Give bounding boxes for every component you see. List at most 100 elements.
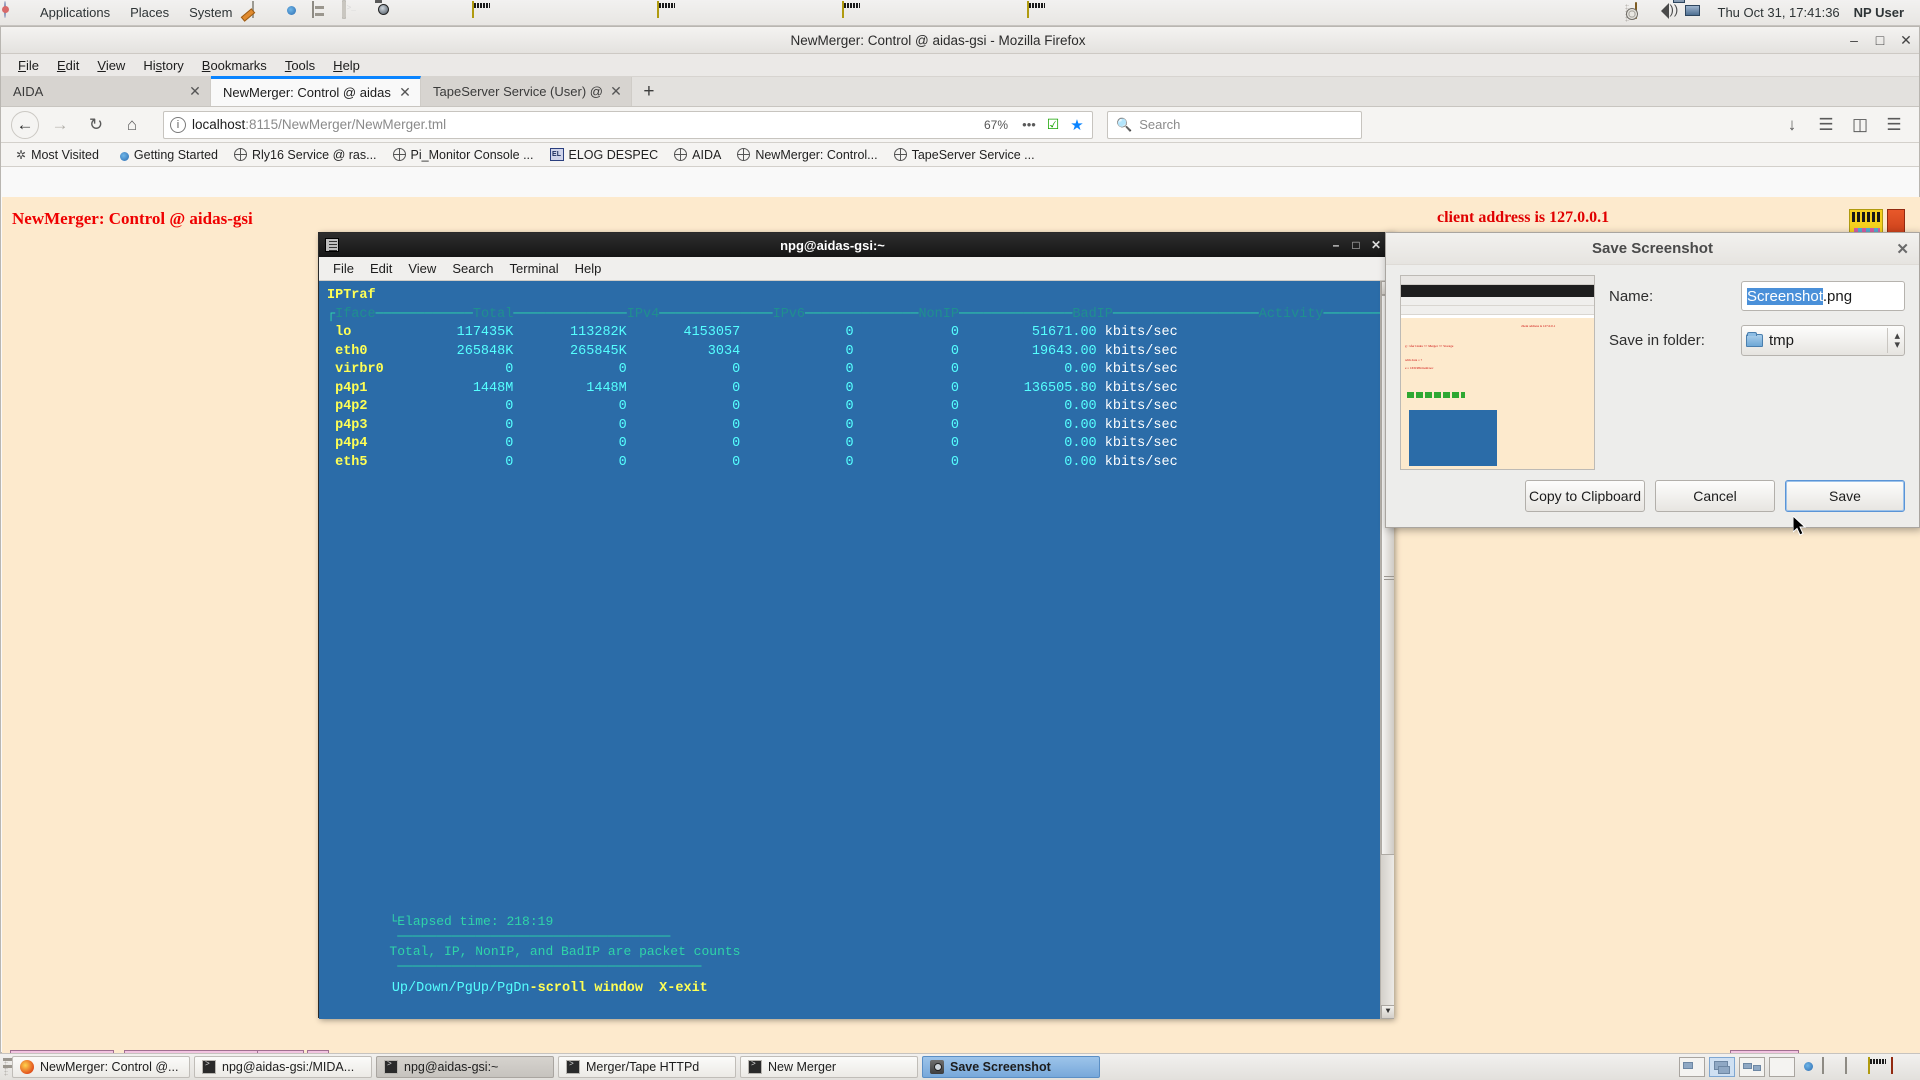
cancel-button[interactable]: Cancel xyxy=(1655,480,1775,512)
volume-icon[interactable] xyxy=(1660,3,1679,22)
url-bar[interactable]: i localhost:8115/NewMerger/NewMerger.tml… xyxy=(163,110,1093,139)
total-value: 0 xyxy=(432,362,514,377)
window-button-midas-3[interactable] xyxy=(842,0,864,24)
new-tab-button[interactable]: + xyxy=(632,77,666,106)
taskbar-item[interactable]: npg@aidas-gsi:~ xyxy=(376,1056,554,1078)
menu-tools[interactable]: Tools xyxy=(276,54,324,77)
download-icon[interactable]: ↓ xyxy=(1777,111,1807,139)
taskbar-item[interactable]: npg@aidas-gsi:/MIDA... xyxy=(194,1056,372,1078)
back-button[interactable]: ← xyxy=(11,110,39,139)
col-header-ipv6: IPv6 xyxy=(772,306,806,322)
terminal-menu-help[interactable]: Help xyxy=(567,257,610,281)
menu-bookmarks[interactable]: Bookmarks xyxy=(193,54,276,77)
terminal-close-button[interactable]: ✕ xyxy=(1366,238,1386,252)
badip-value: 0 xyxy=(853,417,959,433)
tab-newmerger-control[interactable]: NewMerger: Control @ aidas ✕ xyxy=(211,76,421,106)
midas-icon[interactable] xyxy=(1868,1056,1887,1077)
filename-input[interactable]: Screenshot .png xyxy=(1741,281,1905,311)
workspace-3[interactable] xyxy=(1739,1057,1765,1077)
firefox-icon[interactable] xyxy=(282,2,304,24)
close-icon[interactable]: ✕ xyxy=(609,83,623,100)
menu-view[interactable]: View xyxy=(88,54,134,77)
menu-help[interactable]: Help xyxy=(324,54,369,77)
terminal-icon[interactable] xyxy=(342,0,364,24)
sidebar-icon[interactable]: ◫ xyxy=(1845,111,1875,139)
menu-places[interactable]: Places xyxy=(120,0,179,26)
terminal-menu-file[interactable]: File xyxy=(325,257,362,281)
taskbar-item[interactable]: NewMerger: Control @... xyxy=(12,1056,190,1078)
minimize-button[interactable]: – xyxy=(1841,27,1867,53)
user-menu[interactable]: NP User xyxy=(1854,5,1910,20)
terminal-menu-search[interactable]: Search xyxy=(444,257,501,281)
url-text: localhost:8115/NewMerger/NewMerger.tml xyxy=(192,117,972,132)
shield-icon[interactable]: ☑ xyxy=(1044,116,1062,134)
bookmark-elog-despec[interactable]: EL ELOG DESPEC xyxy=(543,146,666,164)
close-button[interactable]: ✕ xyxy=(1893,27,1919,53)
workspace-1[interactable] xyxy=(1679,1057,1705,1077)
workspace-4[interactable] xyxy=(1769,1057,1795,1077)
nonip-value: 0 xyxy=(740,454,854,470)
close-icon[interactable]: ✕ xyxy=(188,83,202,100)
bookmark-pi-monitor-console[interactable]: Pi_Monitor Console ... xyxy=(386,146,541,164)
terminal-minimize-button[interactable]: – xyxy=(1326,238,1346,252)
bookmark-newmerger-control[interactable]: NewMerger: Control... xyxy=(730,146,884,164)
server-icon[interactable] xyxy=(312,0,334,24)
bookmark-aida[interactable]: AIDA xyxy=(667,146,728,164)
bookmark-tapeserver-service[interactable]: TapeServer Service ... xyxy=(887,146,1042,164)
window-button-midas-1[interactable] xyxy=(472,0,494,24)
close-icon[interactable]: ✕ xyxy=(398,84,412,101)
bookmark-rly16-service[interactable]: Rly16 Service @ ras... xyxy=(227,146,384,164)
window-button-midas-2[interactable] xyxy=(657,0,679,24)
chevron-updown-icon[interactable]: ▴ ▾ xyxy=(1887,328,1900,353)
camera-icon[interactable] xyxy=(372,2,394,24)
menu-icon[interactable]: ☰ xyxy=(1879,111,1909,139)
search-bar[interactable]: 🔍 Search xyxy=(1107,110,1362,139)
bookmark-most-visited[interactable]: ✲ Most Visited xyxy=(9,146,106,164)
forward-button[interactable]: → xyxy=(45,111,75,139)
close-icon[interactable]: ✕ xyxy=(1896,240,1909,258)
reload-button[interactable]: ↻ xyxy=(81,111,111,139)
taskbar-item[interactable]: New Merger xyxy=(740,1056,918,1078)
save-button[interactable]: Save xyxy=(1785,480,1905,512)
terminal-maximize-button[interactable]: □ xyxy=(1346,238,1366,252)
home-button[interactable]: ⌂ xyxy=(117,111,147,139)
dialog-titlebar: Save Screenshot ✕ xyxy=(1386,233,1919,265)
url-host: localhost xyxy=(192,117,246,132)
window-icon[interactable] xyxy=(1845,1056,1864,1077)
package-update-icon[interactable] xyxy=(1634,2,1654,22)
network-icon[interactable] xyxy=(1685,3,1704,22)
maximize-button[interactable]: □ xyxy=(1867,27,1893,53)
midas-red-icon[interactable] xyxy=(1891,1056,1910,1077)
notes-icon[interactable] xyxy=(252,0,274,24)
tab-aida[interactable]: AIDA ✕ xyxy=(1,77,211,106)
tab-tapeserver-service[interactable]: TapeServer Service (User) @ ✕ xyxy=(421,77,632,106)
window-button-midas-4[interactable] xyxy=(1027,0,1049,24)
clock[interactable]: Thu Oct 31, 17:41:36 xyxy=(1710,5,1848,20)
library-icon[interactable]: ☰ xyxy=(1811,111,1841,139)
page-info-icon[interactable]: i xyxy=(170,116,186,133)
folder-select[interactable]: tmp ▴ ▾ xyxy=(1741,325,1905,356)
bookmark-getting-started[interactable]: Getting Started xyxy=(108,146,225,164)
menu-file[interactable]: FFileile xyxy=(9,54,48,77)
menu-history[interactable]: History xyxy=(134,54,192,77)
menu-applications[interactable]: Applications xyxy=(30,0,120,26)
menu-system[interactable]: System xyxy=(179,0,242,26)
taskbar-item[interactable]: Merger/Tape HTTPd xyxy=(558,1056,736,1078)
page-actions-icon[interactable]: ••• xyxy=(1020,116,1038,134)
workspace-2[interactable] xyxy=(1709,1057,1735,1077)
terminal-menu-terminal[interactable]: Terminal xyxy=(502,257,567,281)
gnome-foot-logo[interactable] xyxy=(4,0,26,24)
activity-value: 19643.00 xyxy=(958,343,1097,359)
bookmark-star-icon[interactable]: ★ xyxy=(1068,116,1086,134)
search-input[interactable]: Search xyxy=(1139,117,1180,132)
zoom-level[interactable]: 67% xyxy=(978,118,1014,132)
window-icon[interactable] xyxy=(1822,1056,1841,1077)
firefox-icon[interactable] xyxy=(1799,1058,1818,1077)
taskbar-item[interactable]: Save Screenshot xyxy=(922,1056,1100,1078)
terminal-menu-view[interactable]: View xyxy=(400,257,444,281)
copy-to-clipboard-button[interactable]: Copy to Clipboard xyxy=(1525,480,1645,512)
menu-edit[interactable]: Edit xyxy=(48,54,88,77)
terminal-body[interactable]: IPTraf ┌ Iface ──────────── Total ────────… xyxy=(319,281,1394,1019)
scroll-down-icon[interactable]: ▼ xyxy=(1381,1005,1394,1019)
terminal-menu-edit[interactable]: Edit xyxy=(362,257,400,281)
